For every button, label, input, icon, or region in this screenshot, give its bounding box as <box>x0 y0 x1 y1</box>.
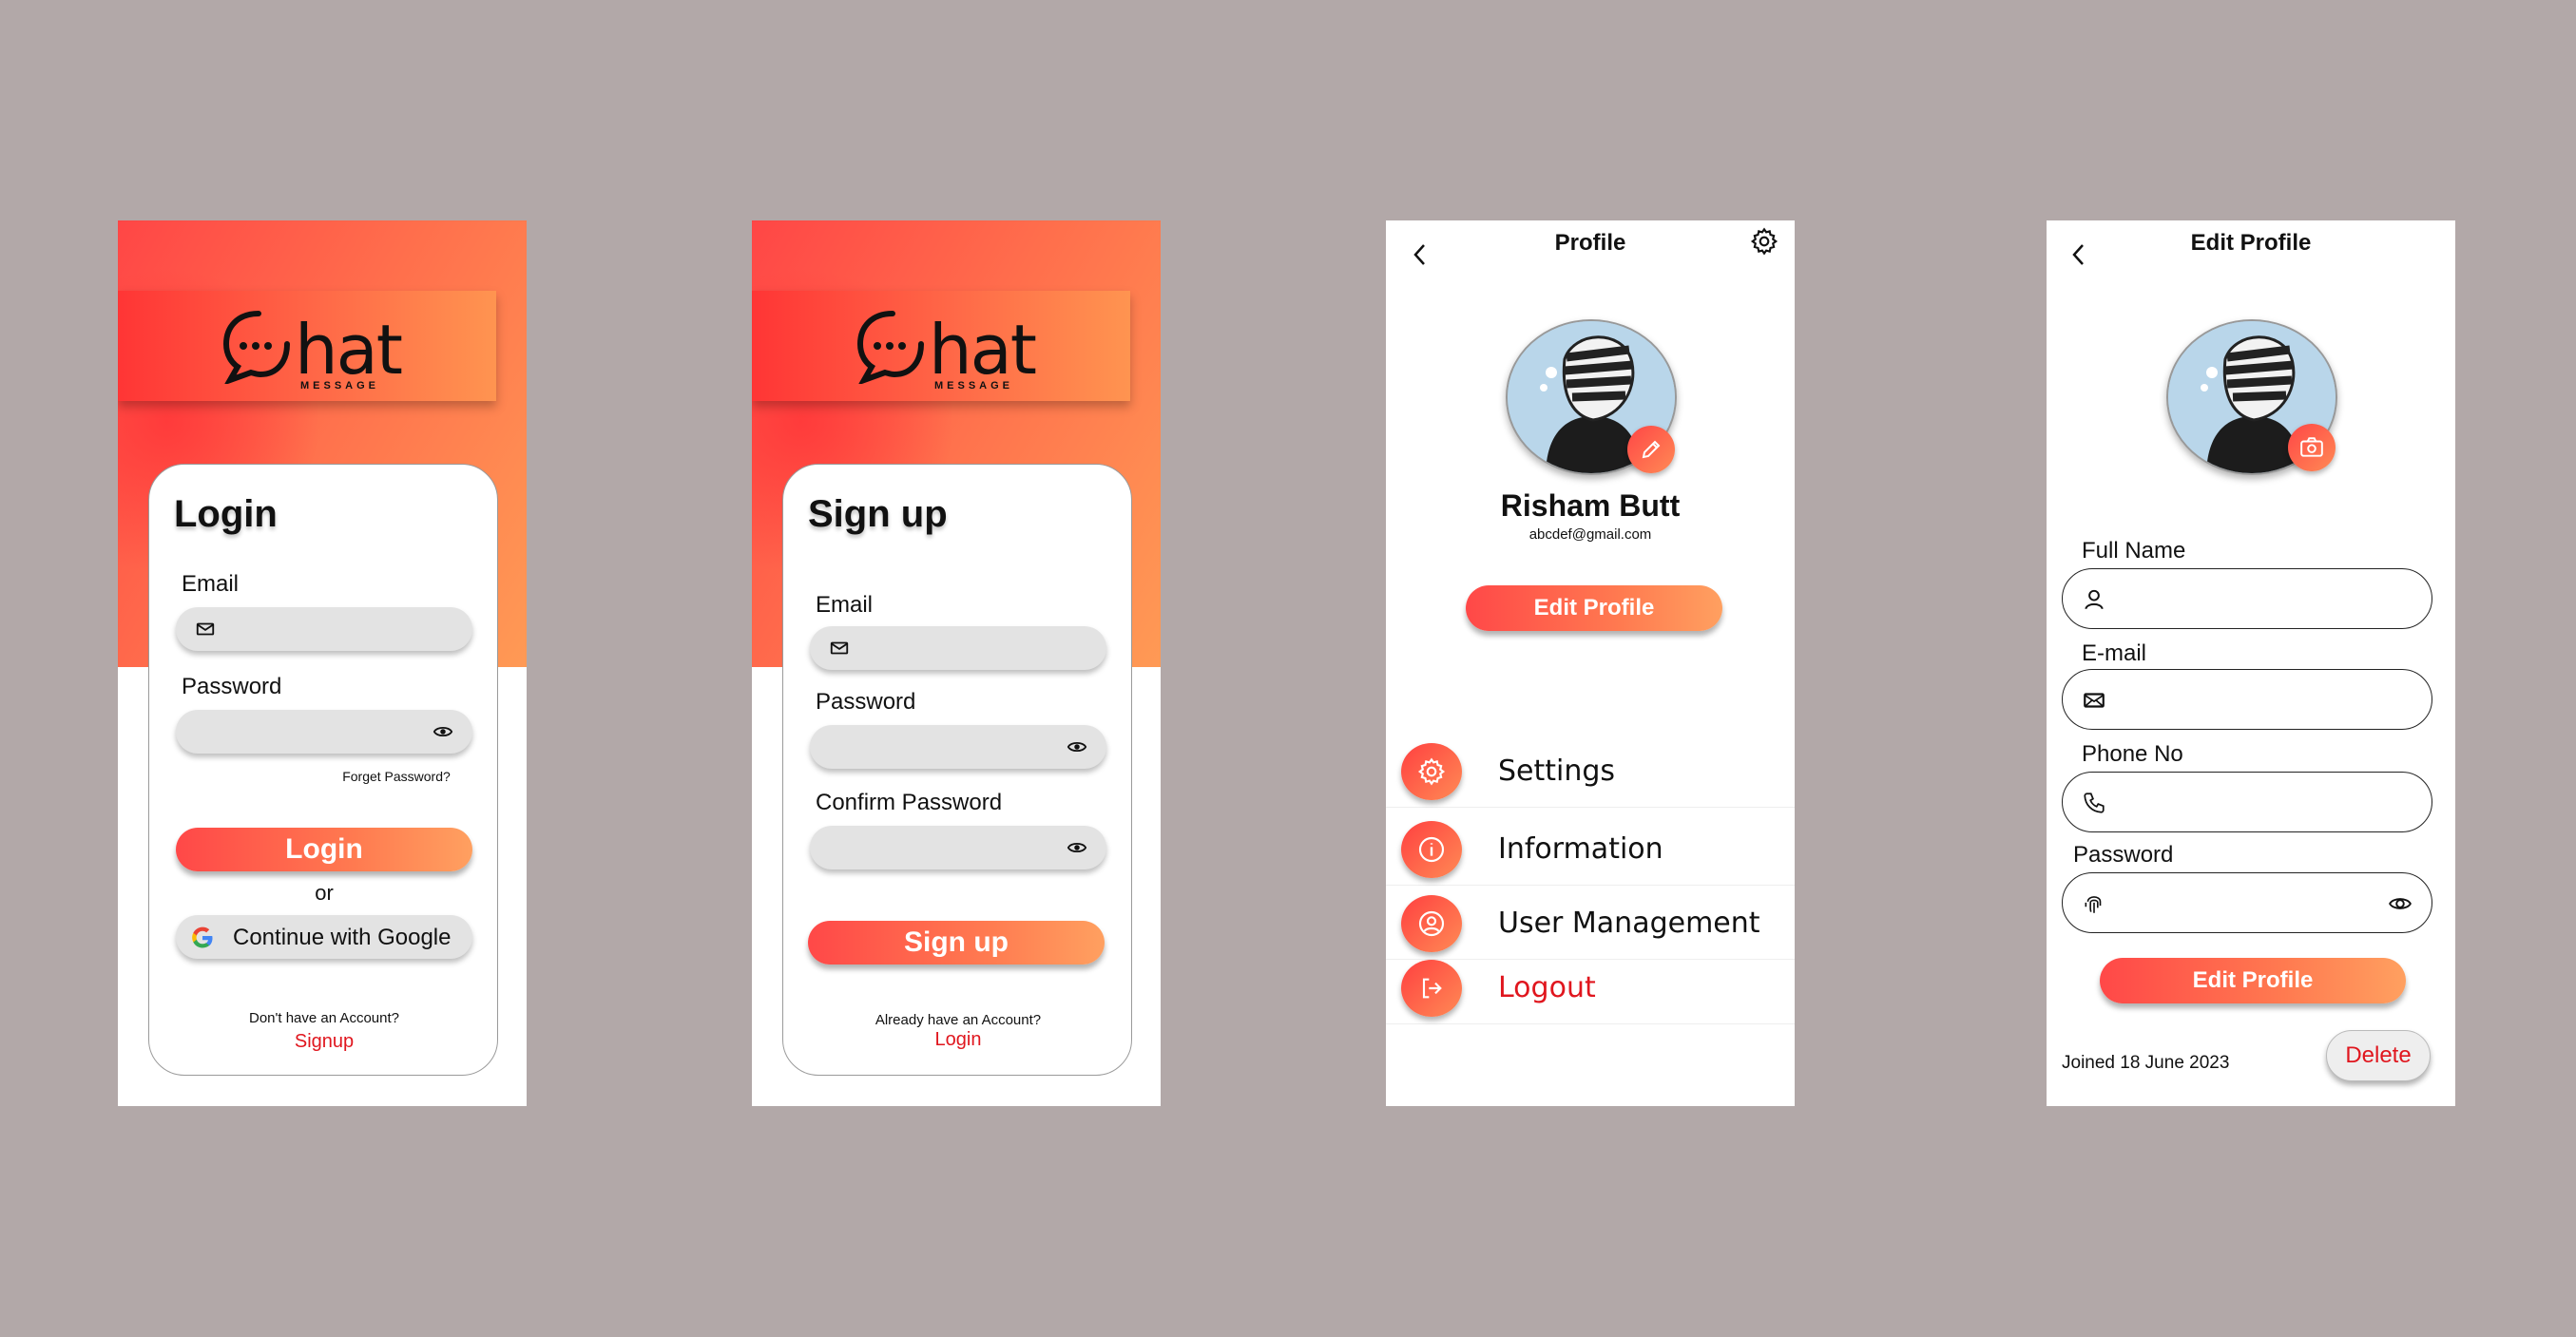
joined-date: Joined 18 June 2023 <box>2062 1053 2230 1073</box>
delete-button[interactable]: Delete <box>2326 1030 2431 1081</box>
eye-icon[interactable] <box>1067 736 1087 757</box>
menu-item-logout[interactable]: Logout <box>1386 954 1795 1024</box>
signup-link[interactable]: Signup <box>149 1031 499 1053</box>
logo-subtitle: MESSAGE <box>934 380 1014 392</box>
chat-logo: hat MESSAGE <box>221 296 411 395</box>
login-button[interactable]: Login <box>176 828 472 871</box>
gear-icon[interactable] <box>1749 226 1779 257</box>
eye-icon[interactable] <box>1067 837 1087 858</box>
signup-card: Sign up Email Password Confirm Password … <box>782 464 1132 1076</box>
confirm-password-label: Confirm Password <box>816 790 1003 815</box>
logout-icon <box>1422 978 1442 999</box>
edit-profile-button[interactable]: Edit Profile <box>1466 585 1722 631</box>
confirm-password-field[interactable] <box>810 826 1106 869</box>
logo-text: hat <box>929 310 1037 390</box>
password-label: Password <box>2073 842 2174 868</box>
user-icon <box>2085 589 2104 610</box>
login-card: Login Email Password Forget Password? Lo… <box>148 464 498 1076</box>
mail-icon <box>196 622 215 636</box>
password-field[interactable] <box>2062 872 2432 933</box>
or-text: or <box>315 881 334 905</box>
user-gear-icon <box>1418 910 1445 937</box>
google-button-label: Continue with Google <box>233 925 452 950</box>
menu-icon-bg <box>1401 821 1462 878</box>
email-field[interactable] <box>176 607 472 651</box>
email-label: Email <box>816 592 874 618</box>
email-label: E-mail <box>2082 640 2147 666</box>
menu-label-information: Information <box>1498 832 1663 866</box>
page-title: Profile <box>1554 230 1626 256</box>
profile-name: Risham Butt <box>1500 488 1681 523</box>
logo-band: hat MESSAGE <box>118 291 496 401</box>
menu-icon-bg <box>1401 743 1462 800</box>
menu-label-logout: Logout <box>1498 971 1596 1004</box>
mail-icon <box>830 641 849 655</box>
menu-item-settings[interactable]: Settings <box>1386 737 1795 808</box>
logo-subtitle: MESSAGE <box>300 380 380 392</box>
phone-icon <box>2084 793 2105 813</box>
google-button[interactable]: Continue with Google <box>176 915 472 959</box>
login-screen: hat MESSAGE Login Email Password Forget … <box>118 220 527 1106</box>
have-account-text: Already have an Account? <box>875 1012 1042 1028</box>
chat-logo: hat MESSAGE <box>855 296 1045 395</box>
password-field[interactable] <box>176 710 472 754</box>
page-title: Sign up <box>808 493 948 535</box>
email-field[interactable] <box>810 626 1106 670</box>
profile-screen: Profile Risham Butt abcdef@gmail.com Edi… <box>1386 220 1795 1106</box>
change-photo-button[interactable] <box>2288 424 2336 471</box>
info-icon <box>1418 836 1445 863</box>
menu-item-user-management[interactable]: User Management <box>1386 889 1795 960</box>
email-field[interactable] <box>2062 669 2432 730</box>
password-field[interactable] <box>810 725 1106 769</box>
chat-bubble-icon <box>856 311 924 384</box>
gear-icon <box>1417 757 1446 786</box>
profile-email: abcdef@gmail.com <box>1528 526 1652 543</box>
signup-screen: hat MESSAGE Sign up Email Password Confi… <box>752 220 1161 1106</box>
full-name-field[interactable] <box>2062 568 2432 629</box>
eye-icon[interactable] <box>433 721 453 742</box>
full-name-label: Full Name <box>2082 538 2186 563</box>
eye-icon[interactable] <box>2388 891 2413 916</box>
mail-icon <box>2084 693 2105 708</box>
login-link[interactable]: Login <box>783 1029 1133 1051</box>
password-label: Password <box>816 689 916 715</box>
forget-password-link[interactable]: Forget Password? <box>330 769 463 784</box>
phone-field[interactable] <box>2062 772 2432 832</box>
edit-avatar-button[interactable] <box>1627 426 1675 473</box>
edit-profile-screen: Edit Profile Full Name E-mail Phone No P… <box>2047 220 2455 1106</box>
menu-label-user-management: User Management <box>1498 907 1760 940</box>
fingerprint-icon <box>2085 896 2102 913</box>
page-title: Login <box>174 493 278 535</box>
phone-label: Phone No <box>2082 741 2183 767</box>
chat-bubble-icon <box>222 311 290 384</box>
signup-button[interactable]: Sign up <box>808 921 1105 965</box>
email-label: Email <box>182 571 240 597</box>
google-icon <box>192 926 213 948</box>
pencil-icon <box>1642 440 1661 459</box>
edit-profile-button[interactable]: Edit Profile <box>2100 958 2406 1003</box>
logo-band: hat MESSAGE <box>752 291 1130 401</box>
menu-icon-bg <box>1401 895 1462 952</box>
menu-icon-bg <box>1401 960 1462 1017</box>
logo-text: hat <box>295 310 403 390</box>
menu-label-settings: Settings <box>1498 754 1616 788</box>
menu-item-information[interactable]: Information <box>1386 815 1795 886</box>
camera-icon <box>2300 437 2323 457</box>
no-account-text: Don't have an Account? <box>249 1010 399 1026</box>
password-label: Password <box>182 674 282 699</box>
page-title: Edit Profile <box>2190 230 2312 256</box>
